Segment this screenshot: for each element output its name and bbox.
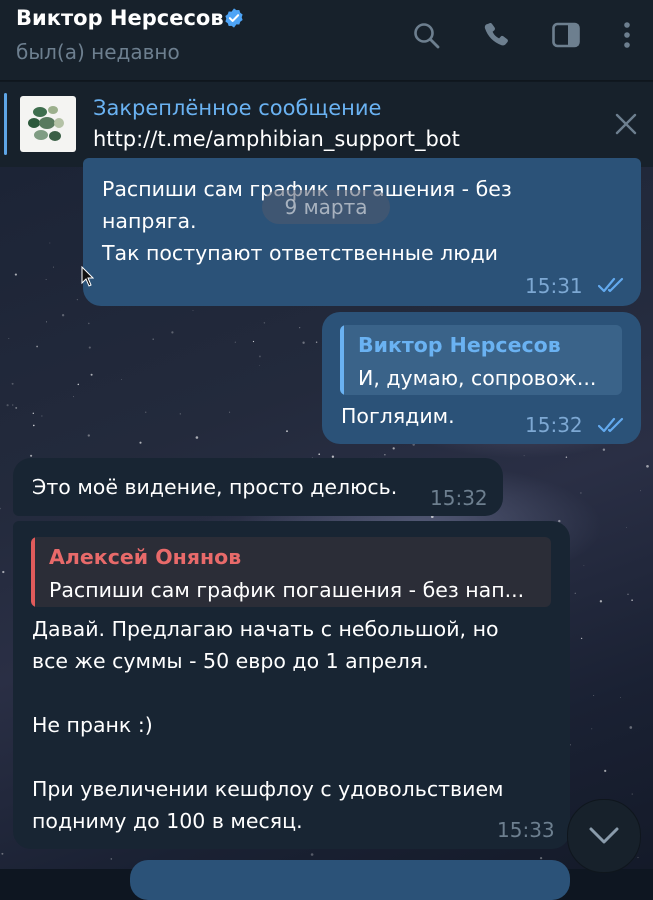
date-separator: 9 марта: [262, 190, 390, 224]
message-bubble-outgoing[interactable]: Распиши сам график погашения - без напря…: [83, 158, 641, 306]
read-checkmarks-icon: [598, 417, 624, 433]
message-bubble-outgoing[interactable]: Виктор Нерсесов И, думаю, сопровож... По…: [322, 312, 641, 444]
pinned-link[interactable]: http://t.me/amphibian_support_bot: [93, 127, 460, 151]
search-icon[interactable]: [411, 20, 441, 50]
scroll-to-bottom-button[interactable]: [567, 799, 641, 873]
message-time: 15:32: [430, 486, 488, 510]
reply-author: Виктор Нерсесов: [358, 333, 561, 357]
message-text: Поглядим.: [341, 404, 455, 428]
reply-author: Алексей Онянов: [49, 545, 242, 569]
reply-bar: [31, 537, 35, 607]
message-bubble-outgoing-partial[interactable]: [130, 860, 570, 900]
reply-bar: [340, 325, 344, 395]
chat-header[interactable]: Виктор Нерсесов был(а) недавно: [0, 0, 653, 81]
phone-icon[interactable]: [482, 20, 512, 50]
close-icon[interactable]: [614, 112, 638, 136]
mouse-cursor-icon: [81, 266, 94, 287]
reply-text: И, думаю, сопровож...: [358, 366, 597, 390]
message-bubble-incoming[interactable]: Это моё видение, просто делюсь. 15:32: [13, 458, 503, 516]
reply-quote[interactable]: Алексей Онянов Распиши сам график погаше…: [31, 537, 551, 607]
stones-logo-icon: [28, 106, 64, 141]
more-options-icon[interactable]: [612, 20, 642, 50]
reply-text: Распиши сам график погашения - без нап..…: [49, 578, 525, 602]
message-time: 15:31: [525, 274, 583, 298]
contact-name[interactable]: Виктор Нерсесов: [16, 6, 224, 30]
reply-quote[interactable]: Виктор Нерсесов И, думаю, сопровож...: [340, 325, 622, 395]
pinned-title: Закреплённое сообщение: [93, 96, 382, 120]
pinned-thumbnail: [20, 96, 76, 152]
message-bubble-incoming[interactable]: Алексей Онянов Распиши сам график погаше…: [13, 521, 570, 849]
message-time: 15:33: [497, 818, 555, 842]
contact-status: был(а) недавно: [16, 40, 180, 64]
message-time: 15:32: [525, 413, 583, 437]
sidebar-toggle-icon[interactable]: [551, 20, 581, 50]
pinned-indicator: [4, 93, 7, 155]
read-checkmarks-icon: [598, 277, 624, 293]
chevron-down-icon: [589, 827, 619, 844]
message-text: Давай. Предлагаю начать с небольшой, но …: [32, 617, 504, 833]
verified-icon: [225, 8, 243, 28]
pinned-message-bar[interactable]: Закреплённое сообщение http://t.me/amphi…: [0, 81, 653, 167]
message-text: Это моё видение, просто делюсь.: [32, 475, 398, 499]
